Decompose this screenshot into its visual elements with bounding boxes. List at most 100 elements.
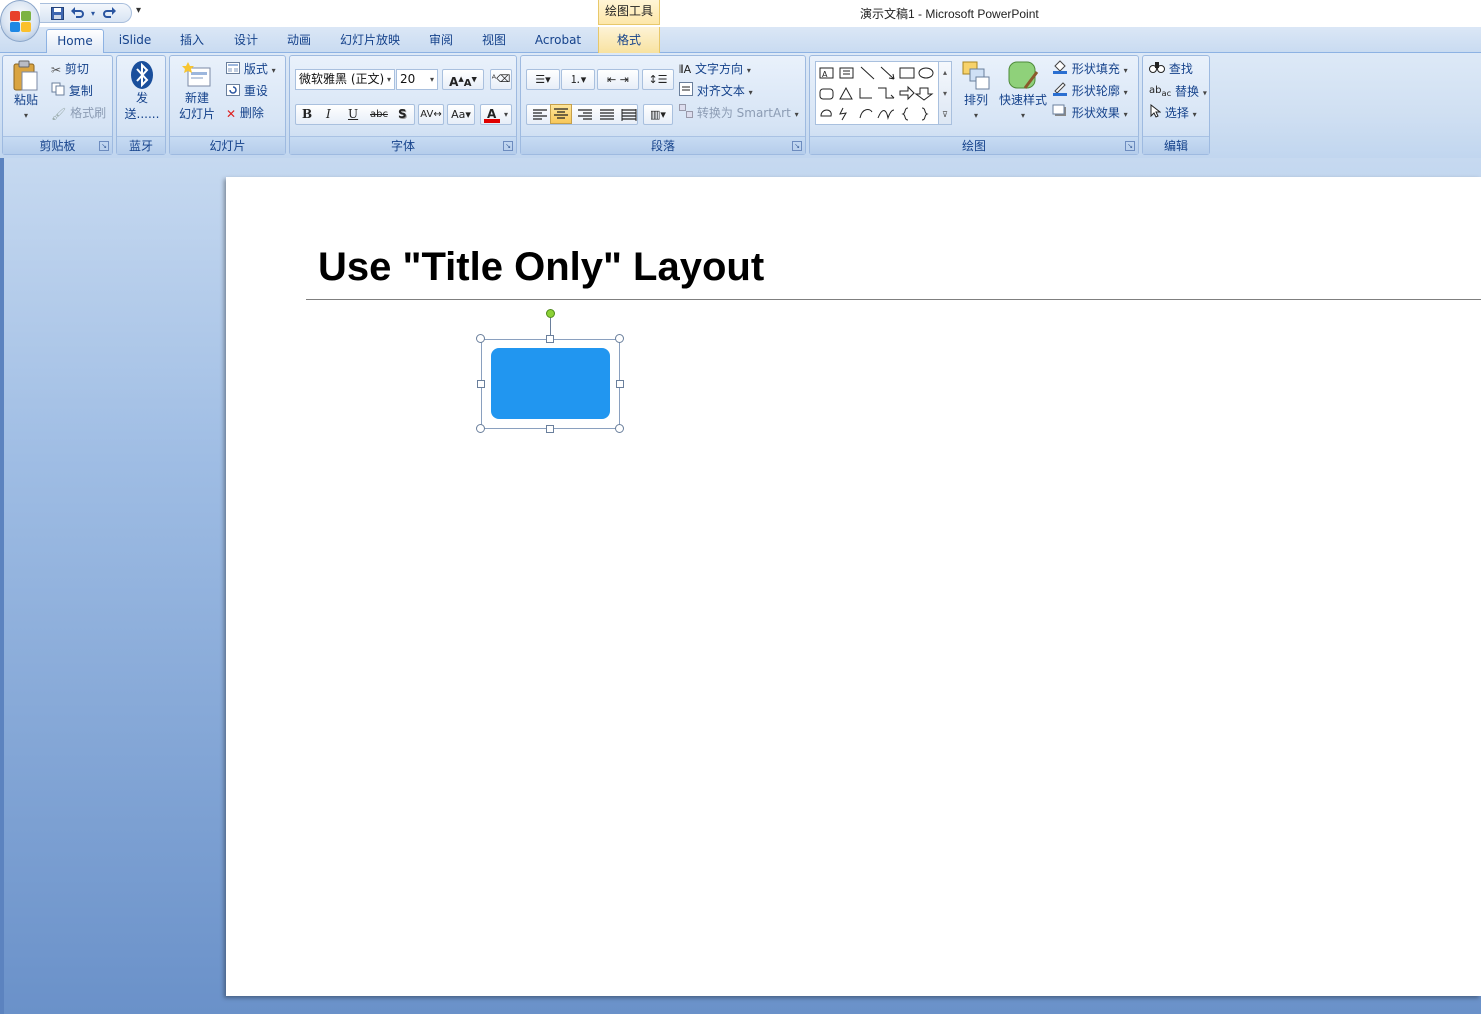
resize-handle-bottom[interactable]	[546, 425, 554, 433]
strikethrough-icon[interactable]: abc	[370, 105, 388, 124]
group-clipboard: 粘贴 ▾ ✂ 剪切 复制 🖌 格式刷 剪贴板 ↘	[2, 55, 113, 155]
resize-handle-bottom-left[interactable]	[476, 424, 485, 433]
tab-view[interactable]: 视图	[472, 29, 516, 53]
svg-text:A: A	[822, 70, 828, 79]
reset-button[interactable]: 重设	[226, 81, 268, 101]
find-button[interactable]: 查找	[1149, 59, 1193, 79]
copy-label: 复制	[68, 84, 93, 98]
character-spacing-icon[interactable]: AV↔	[418, 104, 444, 125]
italic-icon[interactable]: I	[326, 105, 331, 124]
bluetooth-send-button[interactable]: 发 送......	[121, 60, 163, 122]
paragraph-launcher-icon[interactable]: ↘	[792, 141, 802, 151]
text-direction-dropdown-icon: ▾	[746, 66, 751, 75]
font-size-combo[interactable]: 20 ▾	[396, 69, 438, 90]
align-left-icon[interactable]	[530, 105, 550, 124]
shape-fill-button[interactable]: 形状填充 ▾	[1052, 59, 1128, 79]
justify-icon[interactable]	[597, 105, 617, 124]
format-painter-button[interactable]: 🖌 格式刷	[51, 103, 106, 123]
tab-animations[interactable]: 动画	[277, 29, 321, 53]
scroll-down-icon[interactable]: ▾	[939, 83, 951, 104]
clipboard-launcher-icon[interactable]: ↘	[99, 141, 109, 151]
office-button[interactable]	[0, 0, 40, 42]
more-shapes-icon[interactable]: ⊽	[939, 104, 951, 125]
drawing-launcher-icon[interactable]: ↘	[1125, 141, 1135, 151]
slide-canvas[interactable]: Use "Title Only" Layout	[226, 177, 1481, 996]
indent-icons[interactable]: ⇤ ⇥	[597, 69, 639, 90]
resize-handle-bottom-right[interactable]	[615, 424, 624, 433]
slide-title[interactable]: Use "Title Only" Layout	[318, 245, 764, 290]
quick-access-toolbar: ▾	[40, 3, 132, 23]
distribute-icon[interactable]	[619, 105, 639, 124]
font-name-dropdown-icon: ▾	[386, 75, 391, 84]
resize-handle-right[interactable]	[616, 380, 624, 388]
group-font: 微软雅黑 (正文) ▾ 20 ▾ A▲A▼ ᴬ⌫ B I U abc S AV↔…	[289, 55, 517, 155]
tab-home[interactable]: Home	[46, 29, 104, 53]
scissors-icon: ✂	[51, 62, 62, 77]
customize-qat-icon[interactable]: ▾	[136, 5, 141, 16]
redo-icon[interactable]	[100, 5, 118, 21]
shape-outline-button[interactable]: 形状轮廓 ▾	[1052, 81, 1128, 101]
rotation-handle[interactable]	[546, 309, 555, 318]
group-slides: 新建 幻灯片 版式 ▾ 重设 ✕ 删除 幻灯片	[169, 55, 286, 155]
tab-review[interactable]: 审阅	[419, 29, 463, 53]
paste-button[interactable]: 粘贴 ▾	[7, 60, 45, 124]
cut-label: 剪切	[64, 62, 89, 76]
delete-slide-button[interactable]: ✕ 删除	[226, 103, 264, 123]
drawing-group-label: 绘图	[810, 136, 1138, 154]
change-case-icon[interactable]: Aa▾	[447, 104, 475, 125]
tab-islide[interactable]: iSlide	[110, 29, 160, 53]
font-launcher-icon[interactable]: ↘	[503, 141, 513, 151]
shrink-font-icon[interactable]: A▼	[464, 76, 477, 89]
align-text-dropdown-icon: ▾	[748, 88, 753, 97]
replace-button[interactable]: abac 替换 ▾	[1149, 81, 1207, 101]
bullets-icon[interactable]: ☰▾	[526, 69, 560, 90]
resize-handle-top-left[interactable]	[476, 334, 485, 343]
rounded-rectangle-shape[interactable]	[491, 348, 610, 419]
clear-formatting-icon[interactable]: ᴬ⌫	[490, 69, 512, 90]
paint-bucket-icon	[1052, 59, 1068, 80]
ribbon: 粘贴 ▾ ✂ 剪切 复制 🖌 格式刷 剪贴板 ↘ 发 送...... 蓝牙 新建…	[0, 53, 1481, 158]
copy-button[interactable]: 复制	[51, 81, 93, 101]
shape-effects-button[interactable]: 形状效果 ▾	[1052, 103, 1128, 123]
slides-pane-edge[interactable]	[0, 158, 4, 1014]
save-icon[interactable]	[48, 5, 66, 21]
text-direction-button[interactable]: ⫴A 文字方向 ▾	[679, 59, 751, 79]
shapes-gallery[interactable]: A	[815, 61, 943, 125]
bold-icon[interactable]: B	[302, 105, 312, 124]
layout-button[interactable]: 版式 ▾	[226, 59, 276, 79]
convert-smartart-button[interactable]: 转换为 SmartArt ▾	[679, 103, 799, 123]
quick-styles-icon	[1008, 61, 1039, 89]
resize-handle-top[interactable]	[546, 335, 554, 343]
shapes-gallery-scroll[interactable]: ▴ ▾ ⊽	[938, 61, 952, 125]
tab-insert[interactable]: 插入	[170, 29, 214, 53]
align-center-icon[interactable]	[550, 104, 572, 124]
group-editing: 查找 abac 替换 ▾ 选择 ▾ 编辑	[1142, 55, 1210, 155]
font-name-combo[interactable]: 微软雅黑 (正文) ▾	[295, 69, 395, 90]
cut-button[interactable]: ✂ 剪切	[51, 59, 89, 79]
select-button[interactable]: 选择 ▾	[1149, 103, 1197, 123]
tab-format[interactable]: 格式	[598, 27, 660, 53]
arrange-button[interactable]: 排列 ▾	[956, 60, 996, 124]
tab-slide-show[interactable]: 幻灯片放映	[332, 29, 408, 53]
tab-acrobat[interactable]: Acrobat	[526, 29, 590, 53]
line-spacing-icon[interactable]: ↕☰	[642, 69, 674, 90]
resize-handle-left[interactable]	[477, 380, 485, 388]
scroll-up-icon[interactable]: ▴	[939, 62, 951, 83]
grow-font-icon[interactable]: A▲	[449, 75, 464, 89]
columns-icon[interactable]: ▥▾	[643, 104, 673, 125]
group-bluetooth: 发 送...... 蓝牙	[116, 55, 166, 155]
quick-styles-button[interactable]: 快速样式 ▾	[998, 60, 1048, 124]
numbering-icon[interactable]: ⒈▾	[561, 69, 595, 90]
bluetooth-send-label-2: 送......	[124, 107, 160, 121]
replace-dropdown-icon: ▾	[1202, 88, 1207, 98]
layout-label: 版式	[243, 62, 268, 76]
font-color-button[interactable]: A ▾	[480, 104, 512, 125]
underline-icon[interactable]: U	[348, 105, 358, 124]
grow-shrink-font-buttons[interactable]: A▲A▼	[442, 69, 484, 90]
resize-handle-top-right[interactable]	[615, 334, 624, 343]
align-text-button[interactable]: 对齐文本 ▾	[679, 81, 753, 101]
align-right-icon[interactable]	[575, 105, 595, 124]
text-shadow-icon[interactable]: S	[398, 105, 407, 124]
new-slide-button[interactable]: 新建 幻灯片	[173, 60, 221, 122]
tab-design[interactable]: 设计	[224, 29, 268, 53]
